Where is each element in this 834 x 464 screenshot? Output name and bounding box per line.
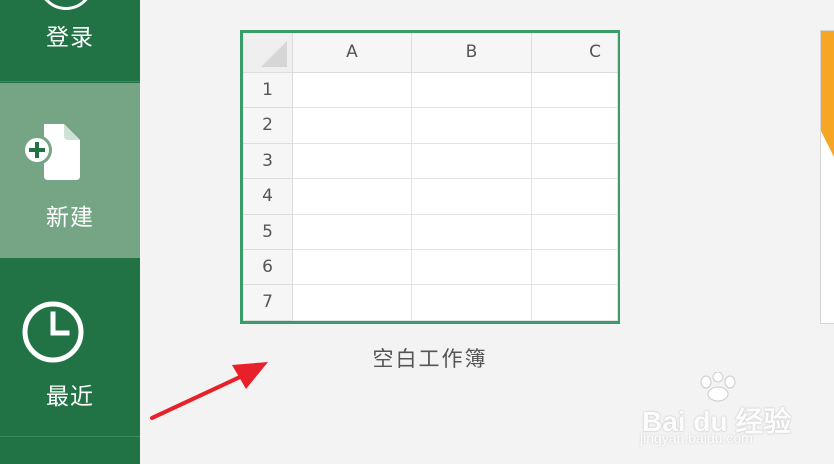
grid-cell xyxy=(293,108,412,144)
watermark-url: jingyan.baidu.com xyxy=(640,430,753,446)
column-header: C xyxy=(532,33,618,73)
sidebar: 登录 新建 最近 xyxy=(0,0,140,464)
row-header: 7 xyxy=(243,285,293,321)
row-header: 6 xyxy=(243,250,293,286)
grid-cell xyxy=(412,73,532,109)
sidebar-divider xyxy=(0,436,140,437)
template-accent xyxy=(821,31,834,131)
grid-cell xyxy=(532,143,618,180)
sidebar-item-label: 登录 xyxy=(46,25,94,51)
grid-cell xyxy=(293,214,412,250)
spreadsheet-preview: ABC 1234567 xyxy=(243,33,618,321)
avatar-icon xyxy=(38,0,94,10)
column-header: B xyxy=(412,33,532,73)
grid-cell xyxy=(412,250,532,286)
sidebar-item-login[interactable]: 登录 xyxy=(0,0,140,80)
grid-cell xyxy=(293,179,412,215)
blank-workbook-template[interactable]: ABC 1234567 xyxy=(240,30,620,324)
clock-icon xyxy=(22,301,84,363)
sidebar-item-label: 新建 xyxy=(46,205,94,231)
grid-cell xyxy=(293,285,412,321)
grid-cell xyxy=(412,143,532,180)
new-document-icon xyxy=(22,124,80,180)
row-header: 1 xyxy=(243,73,293,109)
grid-cell xyxy=(532,250,618,286)
grid-cell xyxy=(412,179,532,215)
grid-cell xyxy=(293,73,412,109)
row-header: 5 xyxy=(243,214,293,250)
baidu-watermark: Bai du 经验 jingyan.baidu.com xyxy=(628,372,808,450)
grid-cell xyxy=(293,143,412,180)
template-label: 空白工作簿 xyxy=(372,347,488,371)
row-header: 2 xyxy=(243,108,293,144)
grid-cell xyxy=(532,179,618,215)
grid-cell xyxy=(532,73,618,109)
annotation-arrow xyxy=(150,362,268,420)
grid-cell xyxy=(532,214,618,250)
sidebar-divider xyxy=(0,81,140,82)
sidebar-item-new[interactable]: 新建 xyxy=(0,83,140,258)
grid-cell xyxy=(532,108,618,144)
sidebar-item-label: 最近 xyxy=(46,384,94,410)
next-template-card[interactable] xyxy=(820,30,834,324)
row-header: 3 xyxy=(243,143,293,180)
grid-cell xyxy=(412,108,532,144)
grid-cell xyxy=(412,214,532,250)
row-header: 4 xyxy=(243,179,293,215)
grid-cell xyxy=(532,285,618,321)
grid-cell xyxy=(412,285,532,321)
app-window: 登录 新建 最近 A B C 1 2 3 4 5 6 7 空白工作簿 Bai d… xyxy=(0,0,834,464)
grid-cell xyxy=(293,250,412,286)
paw-icon xyxy=(700,372,736,402)
select-all-corner xyxy=(243,33,293,73)
sidebar-item-recent[interactable]: 最近 xyxy=(0,260,140,436)
column-header: A xyxy=(293,33,412,73)
